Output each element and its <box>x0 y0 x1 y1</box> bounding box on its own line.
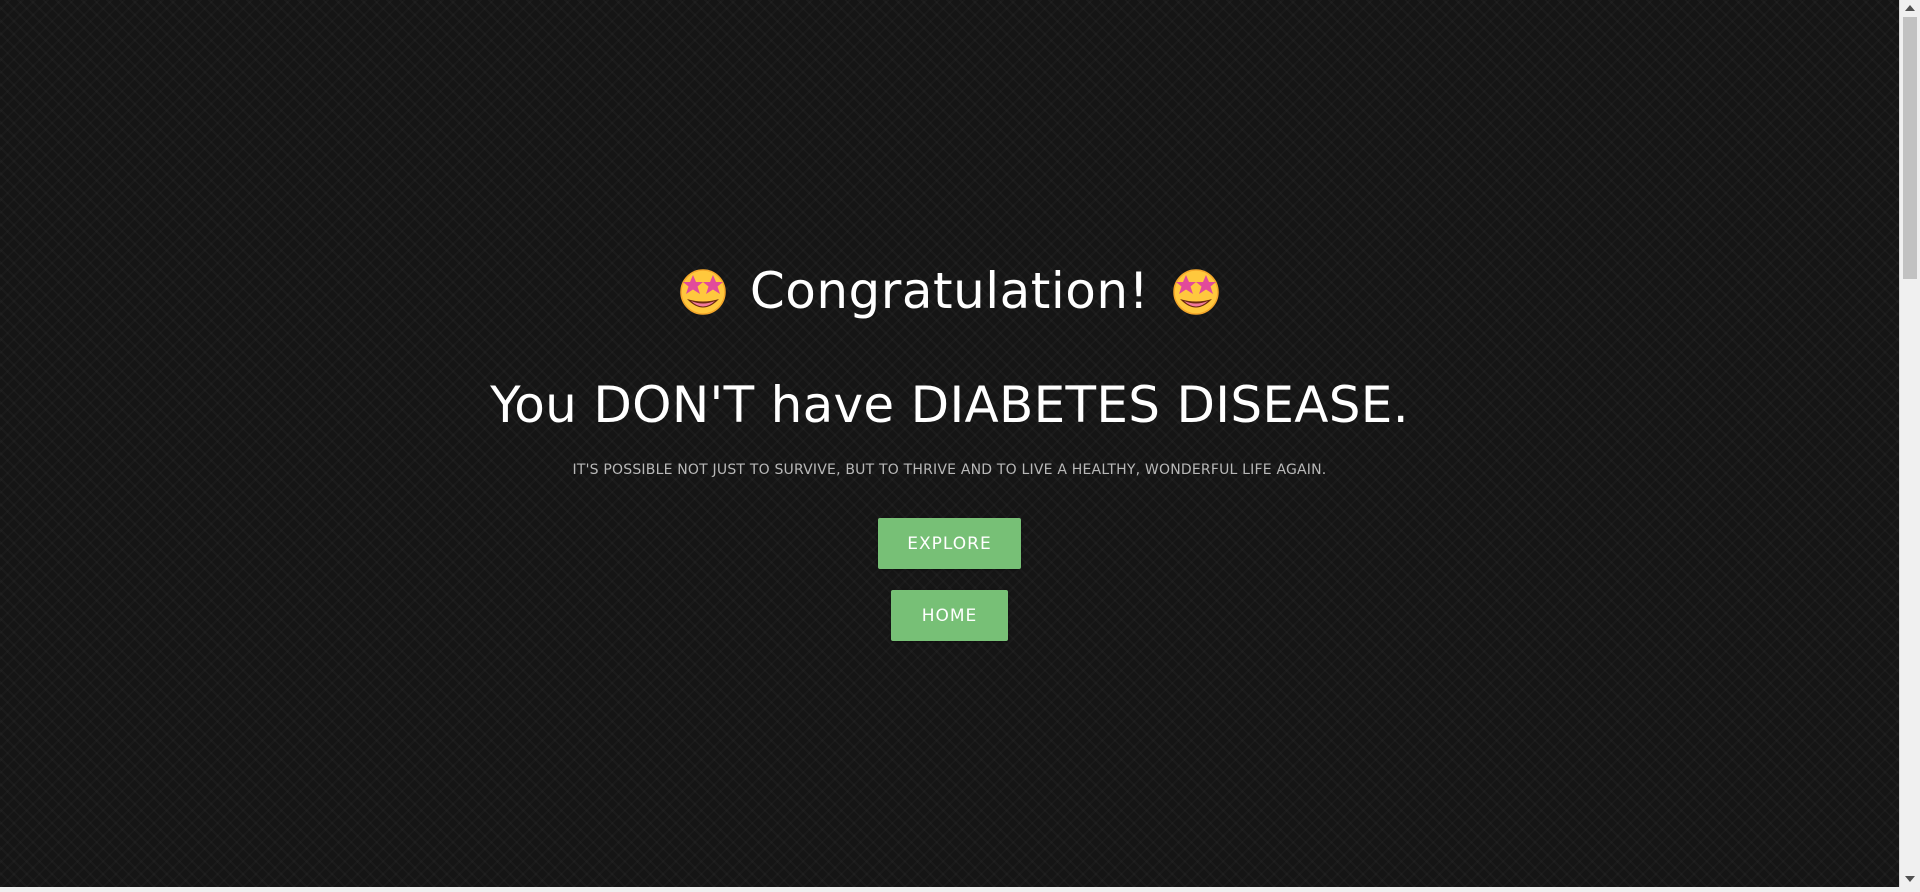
star-struck-emoji-icon <box>1173 269 1219 315</box>
tagline: IT'S POSSIBLE NOT JUST TO SURVIVE, BUT T… <box>572 462 1327 478</box>
star-struck-emoji-icon <box>680 269 726 315</box>
result-headline: You DON'T have DIABETES DISEASE. <box>490 376 1409 434</box>
scroll-up-arrow-icon[interactable] <box>1905 5 1915 11</box>
home-button[interactable]: HOME <box>891 590 1008 641</box>
vertical-scrollbar[interactable] <box>1899 0 1920 887</box>
page-background: Congratulation! You DON'T have DIABETES … <box>0 0 1899 887</box>
scroll-down-arrow-icon[interactable] <box>1905 876 1915 882</box>
scrollbar-thumb[interactable] <box>1903 17 1917 279</box>
greeting-text: Congratulation! <box>749 262 1150 320</box>
explore-button[interactable]: EXPLORE <box>878 518 1021 569</box>
greeting-heading: Congratulation! <box>0 258 1899 324</box>
bottom-edge-bar <box>0 887 1920 892</box>
